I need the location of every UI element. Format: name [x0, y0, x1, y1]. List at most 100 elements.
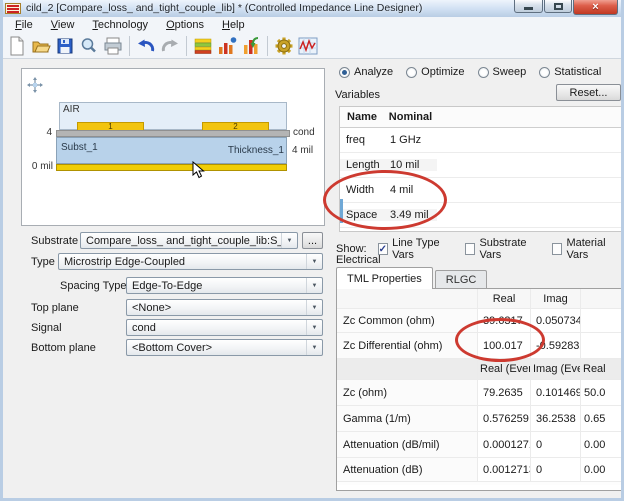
type-value: Microstrip Edge-Coupled	[59, 256, 306, 268]
cell-value: 0.000	[581, 432, 605, 457]
air-label: AIR	[63, 104, 80, 115]
var-value[interactable]: 1 GHz	[384, 134, 437, 146]
menu-file[interactable]: File	[6, 18, 42, 32]
plot-waveform-icon[interactable]	[296, 34, 320, 58]
checkbox-material-vars[interactable]: Material Vars	[552, 237, 621, 261]
type-select[interactable]: Microstrip Edge-Coupled ▼	[58, 253, 323, 270]
var-value[interactable]: 4 mil	[384, 184, 437, 196]
app-window: cild_2 [Compare_loss_ and_tight_couple_l…	[0, 0, 624, 501]
zoom-icon[interactable]	[77, 34, 101, 58]
menu-help[interactable]: Help	[213, 18, 254, 32]
electrical-label: Electrical	[336, 254, 381, 266]
spacing-type-label: Spacing Type	[60, 280, 126, 292]
checkbox-line-type-vars[interactable]: ✓ Line Type Vars	[378, 237, 454, 261]
row-label: Zc Differential (ohm)	[337, 333, 478, 358]
table-row[interactable]: freq 1 GHz	[340, 128, 622, 153]
cell-value: 79.2635	[478, 380, 531, 405]
radio-icon	[339, 67, 350, 78]
cell-value: 0	[531, 458, 581, 481]
open-icon[interactable]	[29, 34, 53, 58]
table-header-row: Real Imag	[337, 289, 623, 309]
settings-gear-icon[interactable]	[272, 34, 296, 58]
close-button[interactable]: ×	[573, 0, 618, 15]
new-icon[interactable]	[5, 34, 29, 58]
radio-optimize[interactable]: Optimize	[406, 66, 464, 78]
var-name: Length	[340, 159, 384, 171]
variables-label: Variables	[335, 89, 380, 101]
signal-value: cond	[127, 322, 306, 334]
checkbox-label: Material Vars	[566, 237, 621, 261]
toolbar	[0, 33, 624, 59]
substrate-select[interactable]: Compare_loss_ and_tight_couple_lib:S_par…	[80, 232, 298, 249]
col-header-nominal: Nominal	[384, 111, 437, 123]
cell-value: 0.00127135	[478, 458, 531, 481]
table-row[interactable]: Length 10 mil	[340, 153, 622, 178]
tml-properties-table: Real Imag Zc Common (ohm) 39.6317 0.0507…	[336, 288, 624, 491]
checkbox-substrate-vars[interactable]: Substrate Vars	[465, 237, 541, 261]
cross-section-panel[interactable]: AIR 1 2 4 cond Subst_1 Thickness_1 4 mil…	[21, 68, 325, 226]
cond-height-label: 4	[32, 127, 52, 138]
table-row[interactable]: Width 4 mil	[340, 178, 622, 203]
menu-technology[interactable]: Technology	[83, 18, 157, 32]
app-icon	[5, 3, 21, 14]
substrate-name-label: Subst_1	[61, 142, 98, 153]
var-name: Width	[340, 184, 384, 196]
layer-stack-icon[interactable]	[191, 34, 215, 58]
menu-view[interactable]: View	[42, 18, 84, 32]
substrate-browse-button[interactable]: ...	[302, 232, 323, 249]
redo-icon[interactable]	[158, 34, 182, 58]
spacing-type-select[interactable]: Edge-To-Edge ▼	[126, 277, 323, 294]
checkbox-label: Line Type Vars	[392, 237, 454, 261]
cell-value: 0.651	[581, 406, 605, 431]
cond-layer[interactable]	[56, 130, 290, 137]
menu-bar: File View Technology Options Help	[0, 17, 624, 33]
var-value[interactable]: 3.49 mil	[384, 209, 437, 221]
reset-button[interactable]: Reset...	[556, 84, 621, 101]
optimize-chart-icon[interactable]	[215, 34, 239, 58]
cell-value	[581, 333, 605, 358]
maximize-icon	[554, 3, 563, 10]
tab-tml-properties[interactable]: TML Properties	[336, 267, 433, 289]
header-cell	[337, 289, 478, 308]
minimize-button[interactable]	[514, 0, 543, 13]
chevron-down-icon: ▼	[306, 254, 322, 269]
cell-value	[581, 309, 605, 332]
header-cell	[337, 359, 478, 379]
baseline-label: 0 mil	[27, 161, 53, 172]
print-icon[interactable]	[101, 34, 125, 58]
tab-rlgc[interactable]: RLGC	[435, 270, 488, 289]
checkbox-unchecked-icon	[465, 243, 476, 255]
radio-statistical[interactable]: Statistical	[539, 66, 601, 78]
mouse-cursor	[192, 161, 205, 179]
menu-options[interactable]: Options	[157, 18, 213, 32]
chevron-down-icon: ▼	[306, 300, 322, 315]
type-label: Type	[31, 256, 55, 268]
cell-value: 0.001	[581, 458, 605, 481]
chevron-down-icon: ▼	[281, 233, 297, 248]
row-label: Zc Common (ohm)	[337, 309, 478, 332]
thickness-label: Thickness_1	[202, 145, 284, 156]
radio-sweep[interactable]: Sweep	[478, 66, 527, 78]
bottom-plane-select[interactable]: <Bottom Cover> ▼	[126, 339, 323, 356]
sweep-chart-icon[interactable]	[239, 34, 263, 58]
cell-value: 39.6317	[478, 309, 531, 332]
maximize-button[interactable]	[544, 0, 572, 13]
table-row: Gamma (1/m) 0.576259 36.2538 0.651	[337, 406, 623, 432]
table-row: Zc Differential (ohm) 100.017 -0.592832	[337, 333, 623, 359]
substrate-value: Compare_loss_ and_tight_couple_lib:S_par…	[81, 235, 281, 247]
var-value[interactable]: 10 mil	[384, 159, 437, 171]
signal-select[interactable]: cond ▼	[126, 319, 323, 336]
cell-value: 0	[531, 432, 581, 457]
electrical-tabs: TML Properties RLGC	[336, 268, 487, 289]
save-icon[interactable]	[53, 34, 77, 58]
browse-label: ...	[308, 235, 317, 247]
row-label: Attenuation (dB)	[337, 458, 478, 481]
undo-icon[interactable]	[134, 34, 158, 58]
bottom-ground-layer[interactable]	[56, 164, 287, 171]
chevron-down-icon: ▼	[306, 320, 322, 335]
radio-analyze[interactable]: Analyze	[339, 66, 393, 78]
top-plane-select[interactable]: <None> ▼	[126, 299, 323, 316]
signal-label: Signal	[31, 322, 62, 334]
table-row[interactable]: Space 3.49 mil	[340, 203, 622, 228]
header-cell: Real	[478, 289, 531, 308]
